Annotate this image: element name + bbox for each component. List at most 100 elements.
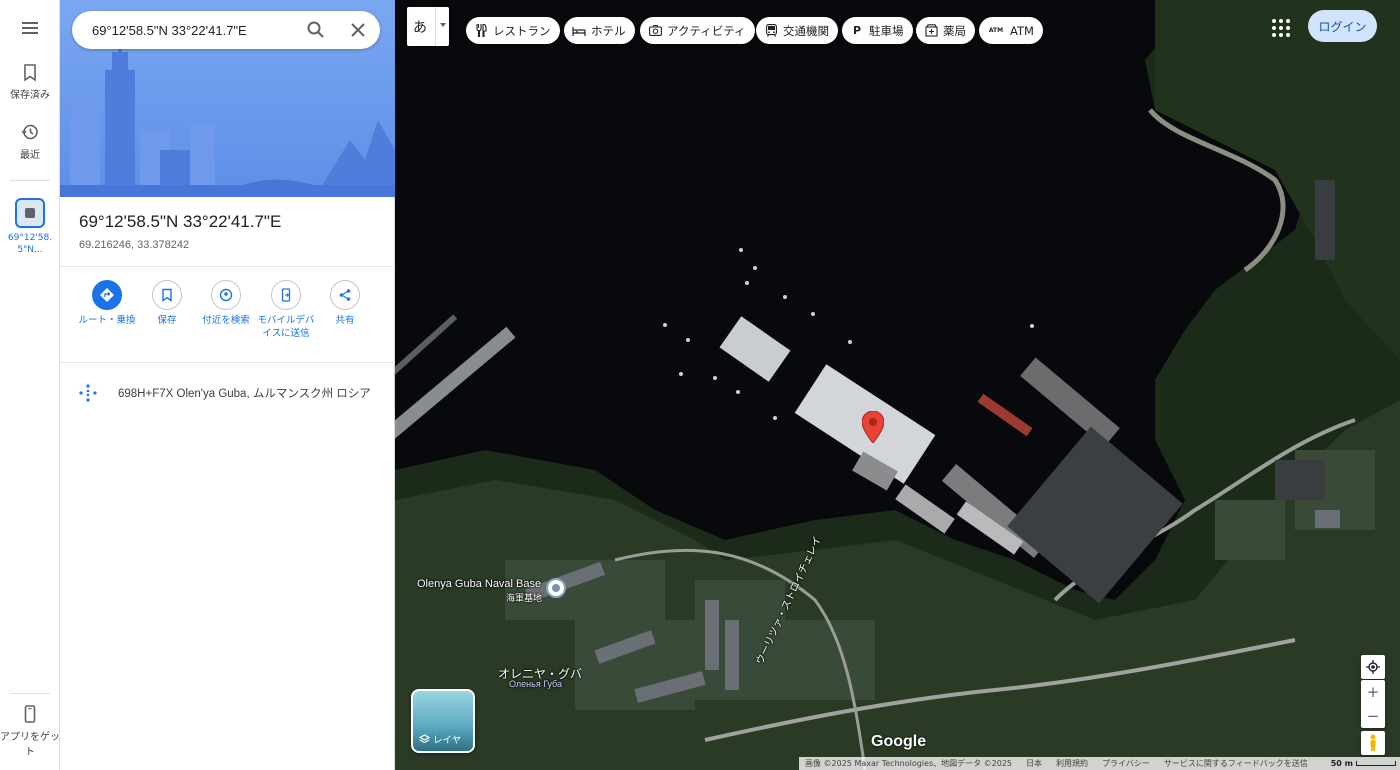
- rail-divider: [10, 180, 50, 181]
- phone-icon: [24, 705, 36, 723]
- scale-bar[interactable]: 50 m: [1331, 759, 1396, 768]
- scale-label: 50 m: [1330, 759, 1353, 768]
- chevron-down-icon[interactable]: [435, 7, 449, 46]
- atm-icon: ATM: [988, 27, 1004, 34]
- layers-button[interactable]: レイヤ: [411, 689, 475, 753]
- saved-label: 保存済み: [10, 90, 50, 101]
- get-app-button[interactable]: アプリをゲット: [0, 704, 60, 758]
- search-icon[interactable]: [306, 20, 326, 40]
- restaurant-icon: [474, 24, 488, 38]
- panel-divider: [60, 266, 395, 267]
- street-view-button[interactable]: [1361, 731, 1385, 755]
- layers-label: レイヤ: [433, 735, 462, 746]
- chip-label: 薬局: [943, 23, 966, 38]
- language-label: あ: [413, 20, 427, 36]
- chip-atm[interactable]: ATM ATM: [979, 17, 1043, 44]
- menu-button[interactable]: [0, 18, 60, 42]
- decimal-coordinates: 69.216246, 33.378242: [79, 239, 190, 251]
- hotel-icon: [572, 24, 586, 38]
- search-input[interactable]: [92, 11, 302, 49]
- directions-button[interactable]: ルート・乗換: [77, 280, 137, 327]
- side-panel: 69°12'58.5"N 33°22'41.7"E 69.216246, 33.…: [60, 0, 395, 770]
- send-to-phone-icon: [271, 280, 301, 310]
- recent-place-label: 69°12'58.5"N...: [7, 233, 53, 255]
- chip-label: 駐車場: [869, 23, 904, 38]
- google-apps-icon[interactable]: [1269, 16, 1293, 40]
- chip-activities[interactable]: アクティビティ: [640, 17, 755, 44]
- bookmark-icon: [152, 280, 182, 310]
- plus-icon: +: [1366, 683, 1380, 701]
- login-button[interactable]: ログイン: [1308, 10, 1377, 42]
- camera-icon: [648, 24, 662, 38]
- send-to-phone-button[interactable]: モバイルデバイスに送信: [256, 280, 316, 340]
- hamburger-icon: [22, 22, 38, 34]
- feedback-link[interactable]: サービスに関するフィードバックを送信: [1164, 758, 1308, 769]
- layers-icon: [419, 733, 430, 743]
- pegman-icon: [1370, 734, 1376, 751]
- action-buttons: ルート・乗換 保存 付近を検索 モバイルデバイスに送信 共有: [60, 280, 395, 360]
- minus-icon: −: [1366, 707, 1380, 725]
- chip-label: 交通機関: [783, 23, 829, 38]
- chip-pharmacy[interactable]: 薬局: [916, 17, 975, 44]
- chip-restaurant[interactable]: レストラン: [466, 17, 560, 44]
- send-to-phone-label: モバイルデバイスに送信: [257, 315, 315, 339]
- rail-divider: [10, 693, 50, 694]
- layers-label-row: レイヤ: [419, 732, 461, 746]
- location-pin-icon[interactable]: [862, 411, 884, 443]
- my-location-button[interactable]: [1361, 655, 1385, 679]
- bookmark-icon: [24, 64, 36, 82]
- chip-label: アクティビティ: [667, 23, 746, 38]
- scale-bar-line: [1356, 761, 1396, 766]
- nearby-icon: [211, 280, 241, 310]
- imagery-attribution: 画像 ©2025 Maxar Technologies、地図データ ©2025: [805, 759, 1013, 768]
- pharmacy-icon: [924, 24, 938, 38]
- nearby-button[interactable]: 付近を検索: [196, 280, 256, 327]
- close-icon[interactable]: [348, 20, 368, 40]
- zoom-in-button[interactable]: +: [1361, 680, 1385, 704]
- chip-label: ATM: [1010, 23, 1034, 38]
- plus-code-row[interactable]: 698H+F7X Olen'ya Guba, ムルマンスク州 ロシア: [60, 375, 395, 409]
- place-hero-illustration: [60, 0, 395, 197]
- chip-label: ホテル: [591, 23, 626, 38]
- transit-icon: [764, 24, 778, 38]
- share-label: 共有: [335, 315, 355, 326]
- saved-button[interactable]: 保存済み: [0, 62, 60, 101]
- save-label: 保存: [157, 315, 177, 326]
- map-canvas[interactable]: あ レストラン ホテル アクティビティ 交通機関 P 駐車場 薬局 ATM AT…: [395, 0, 1400, 770]
- privacy-link[interactable]: プライバシー: [1102, 758, 1150, 769]
- naval-base-type: 海軍基地: [506, 593, 543, 603]
- zoom-out-button[interactable]: −: [1361, 704, 1385, 728]
- nearby-label: 付近を検索: [202, 315, 250, 326]
- directions-icon: [92, 280, 122, 310]
- left-rail: 保存済み 最近 69°12'58.5"N... アプリをゲット: [0, 0, 60, 770]
- input-method-button[interactable]: あ: [407, 7, 449, 46]
- chip-label: レストラン: [493, 23, 551, 38]
- maps-app: 保存済み 最近 69°12'58.5"N... アプリをゲット 69°12'58…: [0, 0, 1400, 770]
- panel-divider: [60, 362, 395, 363]
- chip-hotel[interactable]: ホテル: [564, 17, 635, 44]
- plus-code-icon: [79, 384, 97, 402]
- place-title: 69°12'58.5"N 33°22'41.7"E: [79, 212, 282, 231]
- search-box: [72, 11, 380, 49]
- recent-label: 最近: [20, 150, 40, 161]
- chip-transit[interactable]: 交通機関: [756, 17, 838, 44]
- recent-button[interactable]: 最近: [0, 122, 60, 161]
- get-app-label: アプリをゲット: [0, 732, 60, 758]
- my-location-icon: [1366, 660, 1380, 674]
- region-link[interactable]: 日本: [1026, 758, 1042, 769]
- map-footer: 画像 ©2025 Maxar Technologies、地図データ ©2025 …: [799, 757, 1400, 770]
- naval-base-name[interactable]: Olenya Guba Naval Base: [417, 578, 541, 590]
- terms-link[interactable]: 利用規約: [1056, 758, 1088, 769]
- naval-base-poi-marker[interactable]: [546, 578, 566, 598]
- chip-parking[interactable]: P 駐車場: [842, 17, 913, 44]
- save-button[interactable]: 保存: [137, 280, 197, 327]
- plus-code-text: 698H+F7X Olen'ya Guba, ムルマンスク州 ロシア: [118, 388, 371, 400]
- parking-icon: P: [852, 24, 862, 37]
- recent-place-item[interactable]: 69°12'58.5"N...: [0, 198, 60, 256]
- recent-place-thumbnail: [15, 198, 45, 228]
- google-logo: Google: [871, 733, 927, 750]
- directions-label: ルート・乗換: [78, 315, 136, 326]
- satellite-imagery: [395, 0, 1400, 770]
- share-button[interactable]: 共有: [315, 280, 375, 327]
- town-label-ru: Оленья Губа: [509, 679, 563, 689]
